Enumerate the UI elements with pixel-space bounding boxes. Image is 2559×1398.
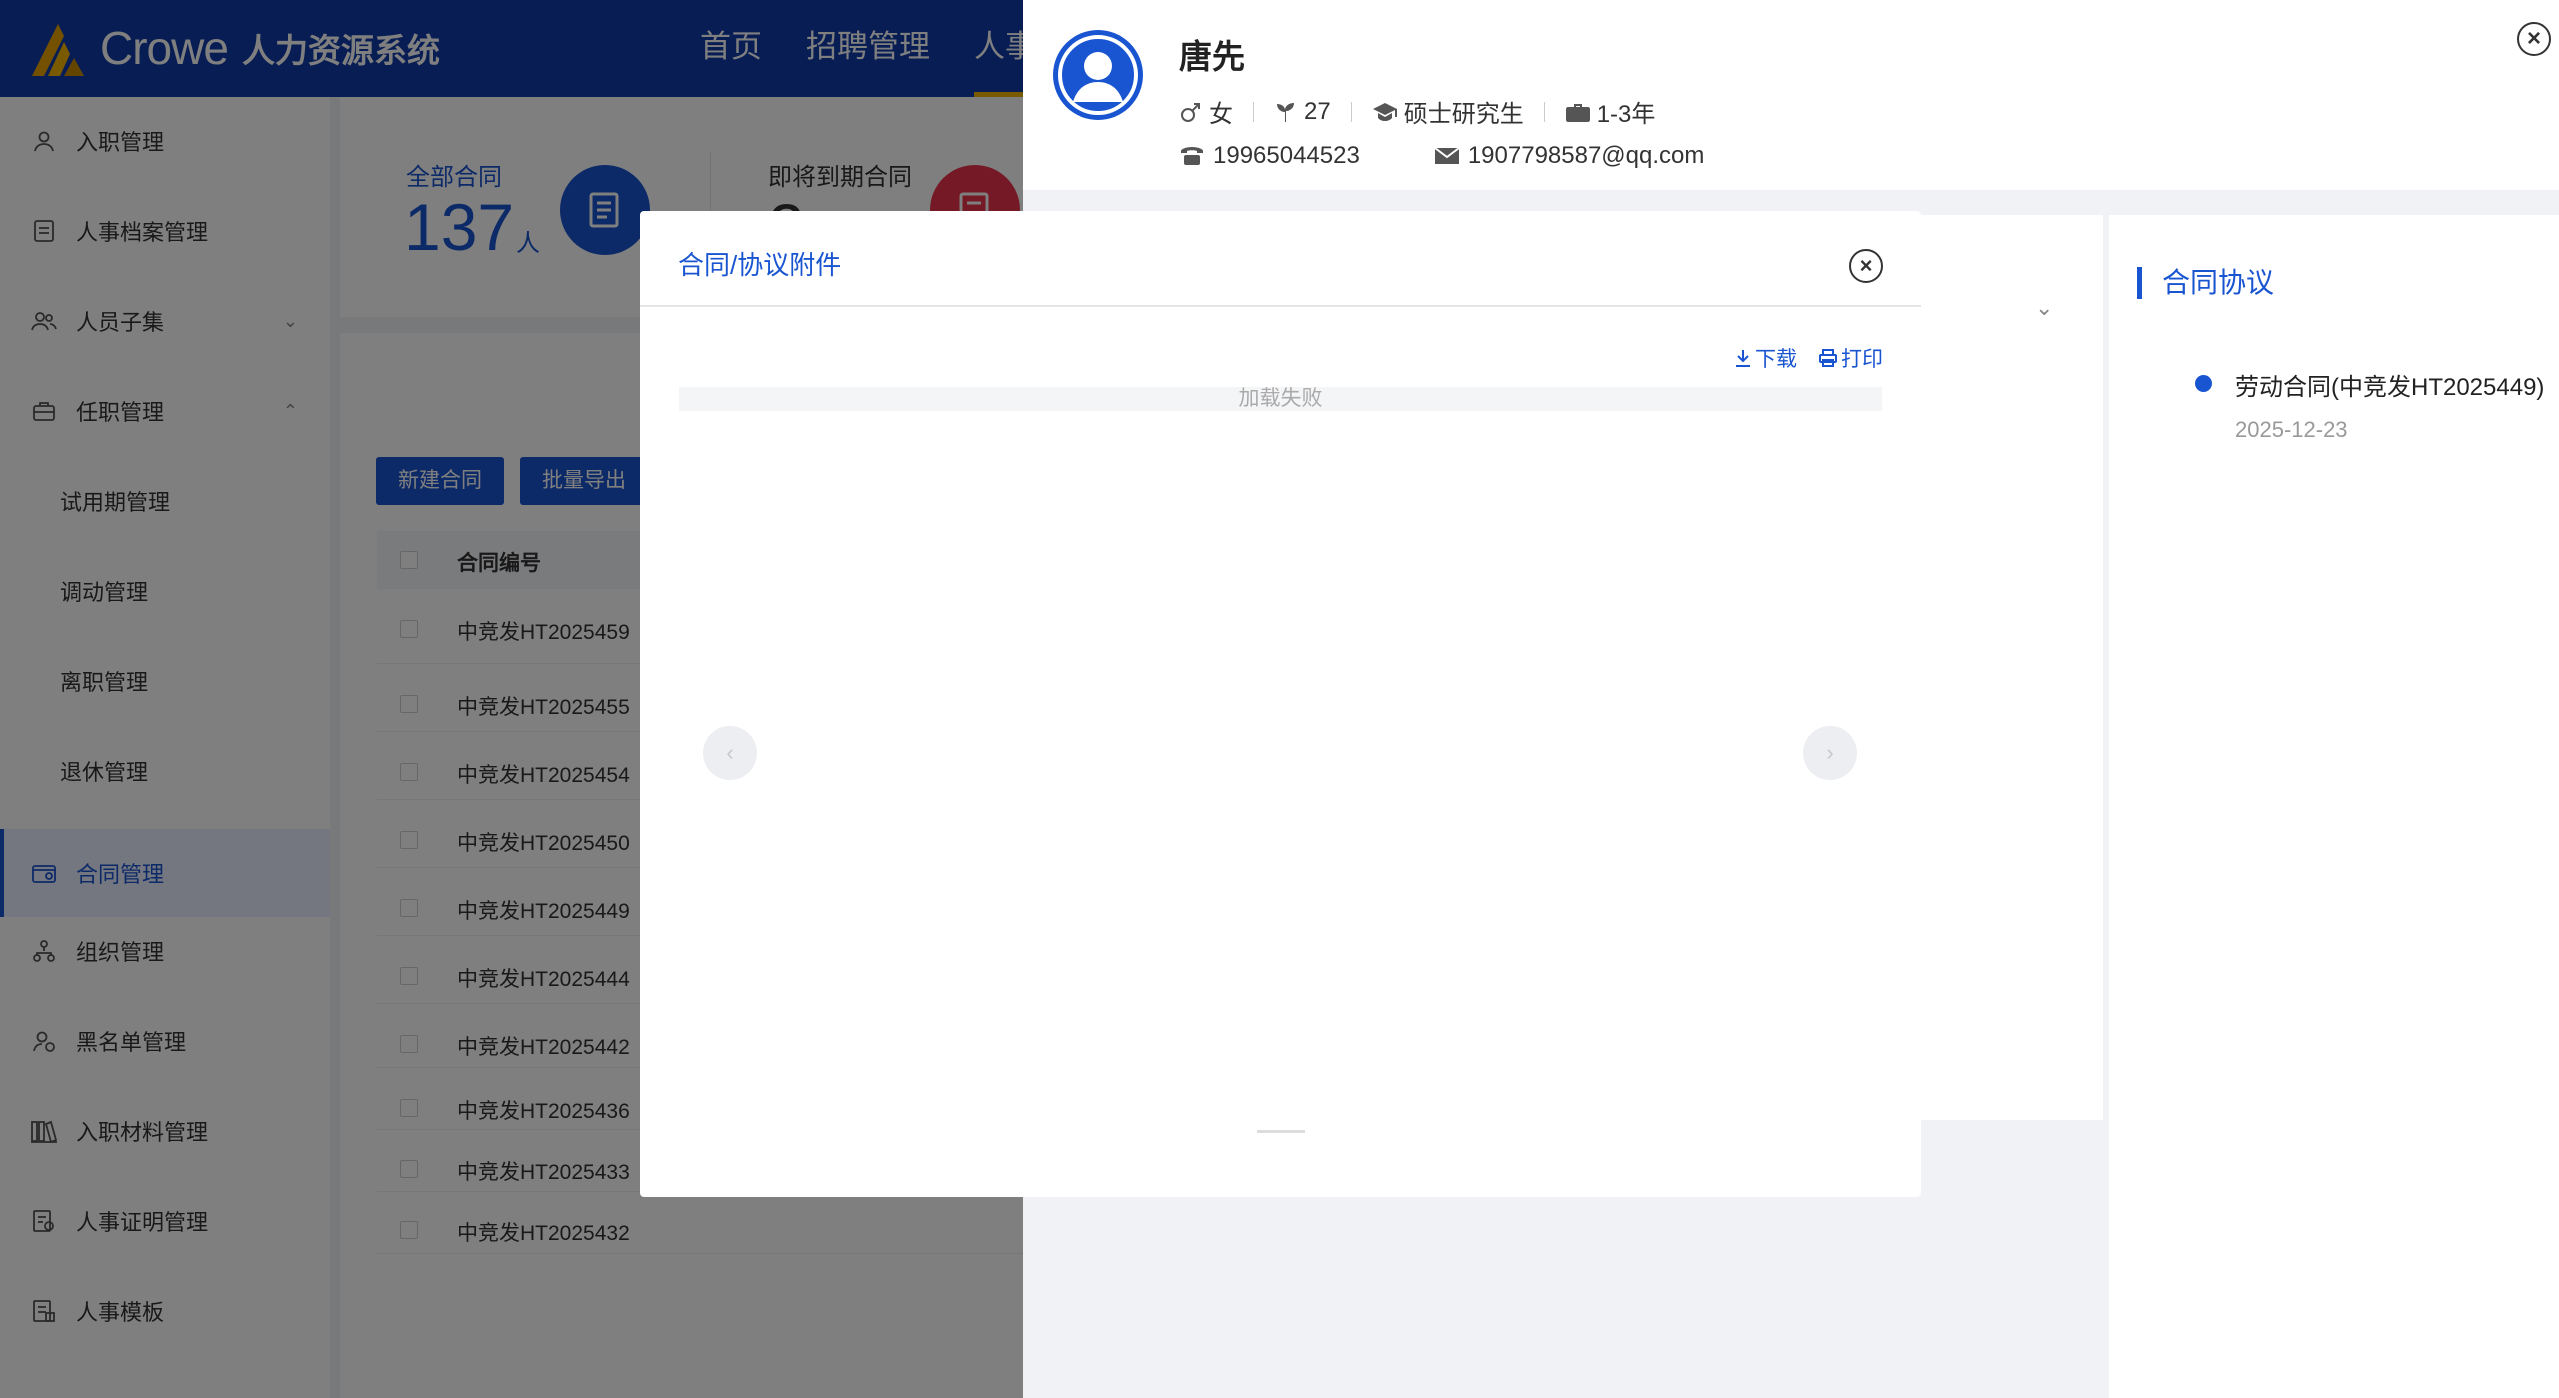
attachment-viewer: 加载失败 — [679, 387, 1882, 411]
load-failed-text: 加载失败 — [1238, 387, 1323, 410]
contract-item-title[interactable]: 劳动合同(中竞发HT2025449) — [2235, 367, 2544, 402]
employee-contact-row: 19965044523 1907798587@qq.com — [1179, 142, 1778, 170]
avatar — [1053, 30, 1143, 120]
mail-icon — [1434, 147, 1460, 164]
chevron-right-icon: › — [1826, 740, 1834, 765]
gender-field: 女 — [1179, 94, 1233, 129]
contracts-panel: 合同协议 劳动合同(中竞发HT2025449) 2025-12-23 — [2109, 215, 2559, 1398]
briefcase-icon — [1565, 103, 1590, 122]
printer-icon — [1819, 349, 1837, 367]
prev-button[interactable]: ‹ — [703, 726, 757, 780]
chevron-down-icon[interactable]: ⌄ — [2035, 295, 2053, 321]
phone-icon — [1181, 147, 1203, 165]
attachment-modal: 合同/协议附件 × 下载 打印 加载失败 ‹ › — [640, 211, 1921, 1197]
phone-value: 19965044523 — [1213, 142, 1360, 169]
education-value: 硕士研究生 — [1403, 101, 1524, 128]
modal-close-button[interactable]: × — [1849, 249, 1883, 283]
age-field: 27 — [1274, 98, 1331, 126]
gender-value: 女 — [1209, 101, 1233, 128]
email-field: 1907798587@qq.com — [1434, 142, 1705, 170]
chevron-left-icon: ‹ — [726, 740, 734, 765]
close-icon: × — [1859, 253, 1873, 278]
email-value: 1907798587@qq.com — [1467, 142, 1705, 169]
employee-header: 唐先 女 27 硕士研究生 1-3年 19965044523 190779858… — [1023, 0, 2559, 190]
graduation-cap-icon — [1372, 102, 1397, 121]
print-label: 打印 — [1841, 348, 1883, 371]
experience-value: 1-3年 — [1596, 101, 1656, 128]
phone-field: 19965044523 — [1179, 142, 1360, 170]
download-icon — [1736, 350, 1750, 367]
experience-field: 1-3年 — [1565, 94, 1656, 129]
avatar-user-icon — [1058, 35, 1138, 115]
contracts-panel-title: 合同协议 — [2137, 267, 2274, 299]
gender-icon — [1181, 102, 1200, 122]
employee-name: 唐先 — [1179, 38, 1245, 75]
employee-info-row: 女 27 硕士研究生 1-3年 — [1179, 94, 1655, 129]
education-field: 硕士研究生 — [1372, 94, 1524, 129]
close-icon: × — [2526, 25, 2541, 52]
info-separator — [1543, 101, 1545, 122]
contract-item-date: 2025-12-23 — [2235, 417, 2348, 442]
next-button[interactable]: › — [1803, 726, 1857, 780]
info-separator — [1350, 101, 1352, 122]
modal-title: 合同/协议附件 — [678, 250, 842, 280]
info-separator — [1253, 101, 1254, 122]
download-button[interactable]: 下载 — [1734, 343, 1797, 373]
modal-divider — [640, 305, 1921, 307]
carousel-indicator[interactable] — [1257, 1130, 1305, 1133]
timeline-dot — [2195, 375, 2212, 392]
sprout-icon — [1277, 102, 1294, 122]
age-value: 27 — [1304, 97, 1331, 125]
print-button[interactable]: 打印 — [1818, 343, 1883, 373]
drawer-close-button[interactable]: × — [2517, 22, 2551, 56]
download-label: 下载 — [1755, 348, 1797, 371]
